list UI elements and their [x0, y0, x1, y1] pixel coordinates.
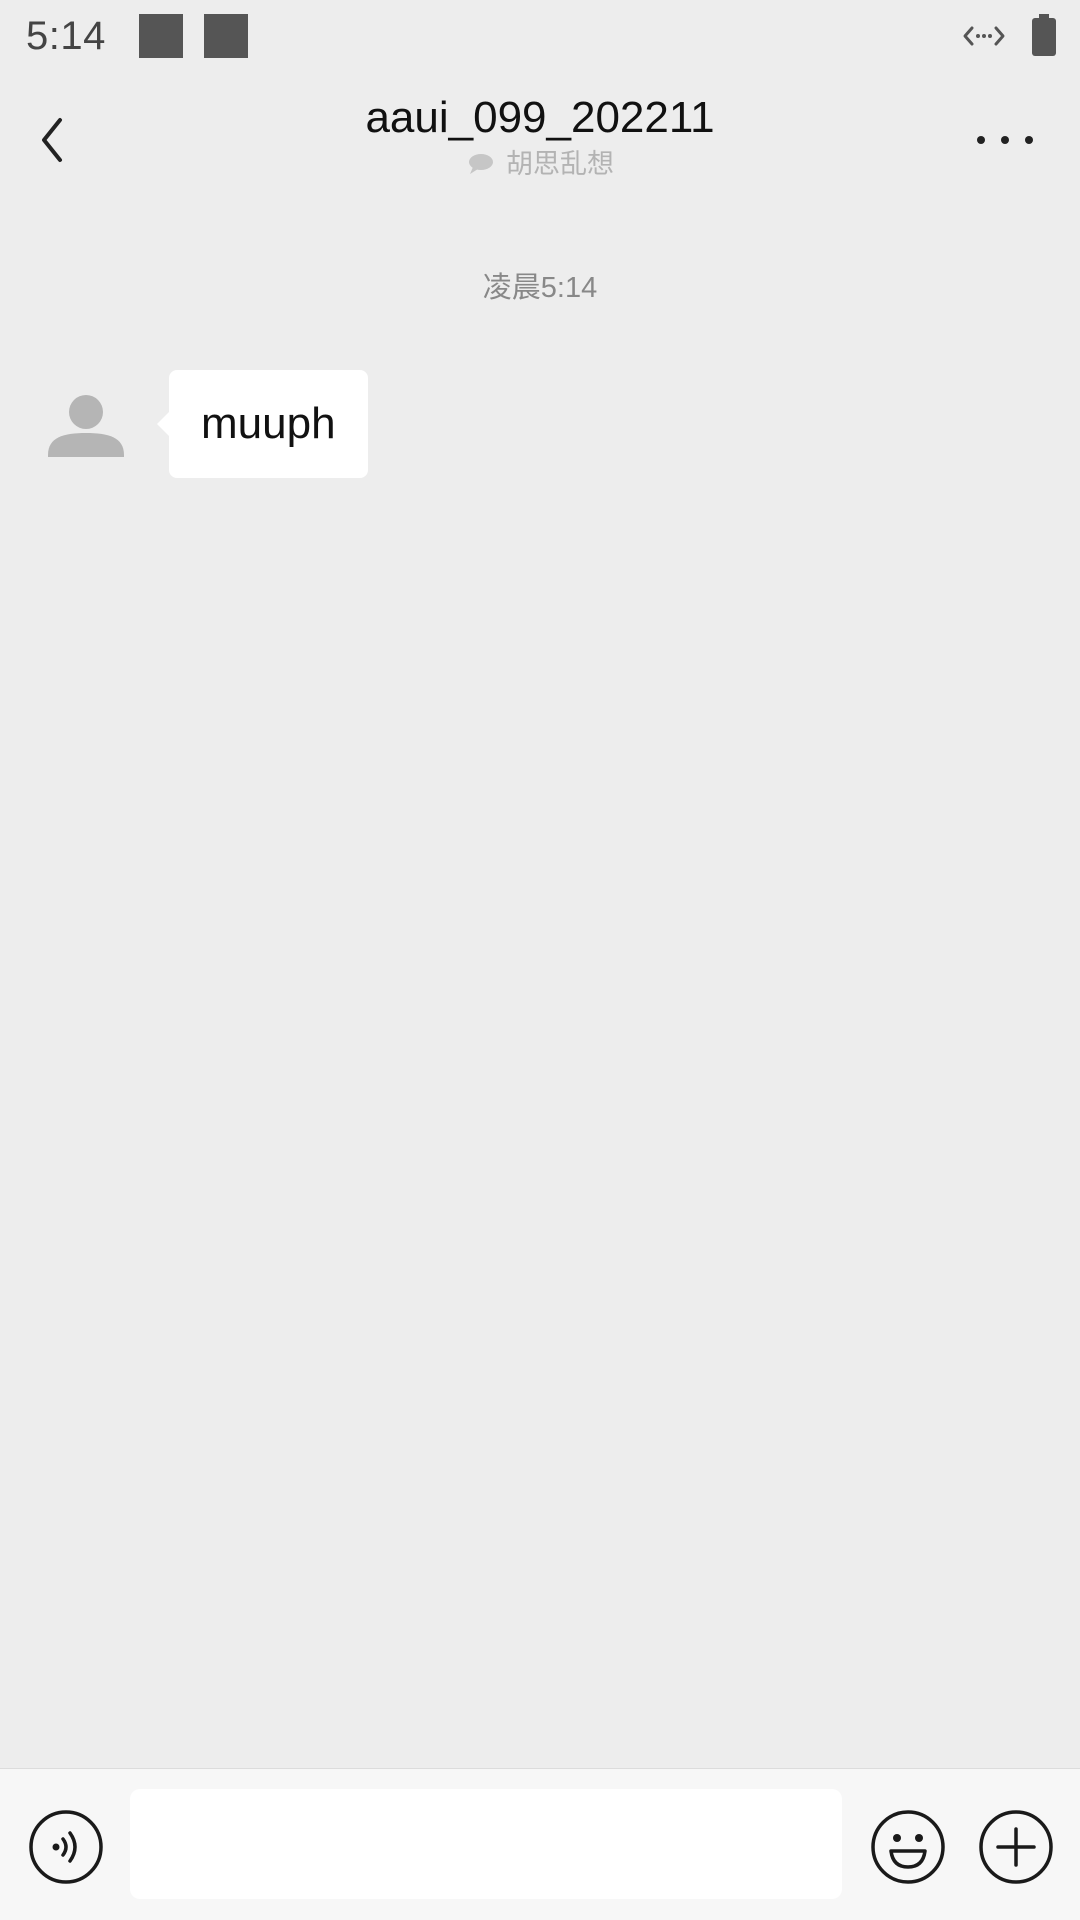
message-text: muuph — [201, 399, 336, 448]
emoji-icon — [871, 1810, 945, 1884]
chat-title: aaui_099_202211 — [365, 93, 715, 142]
more-horizontal-icon — [977, 136, 1033, 144]
chat-bubble-icon — [469, 154, 493, 174]
notification-icon — [204, 14, 248, 58]
back-button[interactable] — [30, 102, 86, 178]
plus-circle-icon — [979, 1810, 1053, 1884]
default-avatar-icon — [48, 395, 124, 457]
data-transfer-icon — [962, 18, 1006, 54]
message-timestamp: 凌晨5:14 — [482, 272, 598, 304]
subtitle-row: 胡思乱想 — [240, 146, 840, 182]
chevron-left-icon — [42, 118, 62, 162]
message-input[interactable] — [130, 1789, 842, 1899]
status-bar: 5:14 — [0, 0, 1080, 72]
voice-icon — [29, 1810, 103, 1884]
more-functions-button[interactable] — [978, 1809, 1054, 1885]
status-time: 5:14 — [26, 14, 106, 58]
contact-avatar[interactable] — [42, 385, 130, 473]
more-button[interactable] — [970, 112, 1040, 168]
emoji-button[interactable] — [870, 1809, 946, 1885]
message-bubble[interactable]: muuph — [157, 370, 368, 478]
input-bar — [0, 1768, 1080, 1920]
voice-button[interactable] — [28, 1809, 104, 1885]
chat-header: aaui_099_202211 胡思乱想 — [0, 72, 1080, 202]
battery-icon — [1032, 14, 1056, 56]
chat-screen: 5:14 aaui_099_202211 胡思乱想 凌晨5:14 muuph — [0, 0, 1080, 1920]
notification-icon — [139, 14, 183, 58]
chat-subtitle: 胡思乱想 — [506, 149, 614, 179]
title-area: aaui_099_202211 胡思乱想 — [240, 90, 840, 182]
